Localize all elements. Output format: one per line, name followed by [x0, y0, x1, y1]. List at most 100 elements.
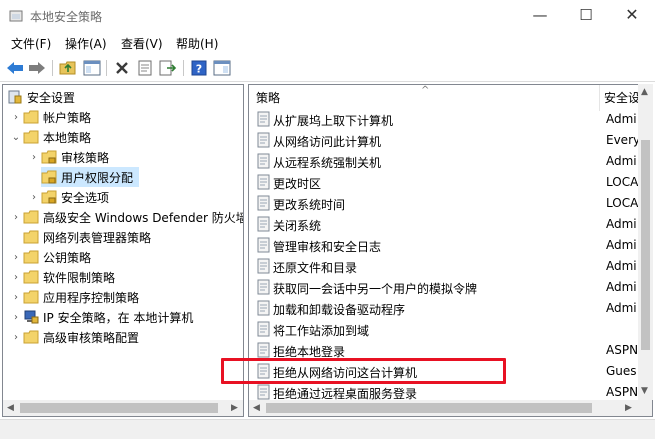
local-security-policy-icon: [9, 10, 23, 22]
tree-item-local-policies[interactable]: ⌄ 本地策略: [9, 127, 91, 147]
scroll-left-arrow-icon[interactable]: ◀: [253, 403, 260, 413]
policy-name: 将工作站添加到域: [273, 324, 370, 338]
policy-setting-icon: [257, 300, 270, 316]
expand-chevron-icon[interactable]: ›: [9, 247, 23, 267]
help-icon[interactable]: ?: [189, 58, 209, 78]
table-row[interactable]: 从网络访问此计算机 Every: [249, 130, 641, 151]
policy-setting-icon: [257, 321, 270, 337]
title-bar: 本地安全策略 — ☐ ✕: [0, 0, 655, 32]
policy-name: 拒绝从网络访问这台计算机: [273, 366, 418, 380]
locked-folder-icon: [41, 150, 57, 164]
policy-name: 加载和卸载设备驱动程序: [273, 303, 406, 317]
scroll-thumb[interactable]: [266, 403, 592, 413]
locked-folder-icon: [41, 170, 57, 184]
expand-chevron-icon[interactable]: ›: [9, 267, 23, 287]
table-row[interactable]: 更改时区 LOCA: [249, 172, 639, 193]
table-row[interactable]: 获取同一会话中另一个用户的模拟令牌 Admi: [249, 277, 639, 298]
menu-file[interactable]: 文件(F): [11, 35, 51, 52]
policy-security-setting: Gues: [606, 364, 637, 378]
minimize-button[interactable]: —: [517, 0, 563, 32]
expand-chevron-icon[interactable]: ›: [9, 207, 23, 227]
menu-help[interactable]: 帮助(H): [176, 35, 218, 52]
table-row[interactable]: 从扩展坞上取下计算机 Admi: [249, 109, 639, 130]
toolbar: ?: [0, 54, 655, 82]
policy-name: 从网络访问此计算机: [273, 135, 382, 149]
scroll-thumb[interactable]: [20, 403, 218, 413]
policy-name: 管理审核和安全日志: [273, 240, 382, 254]
menu-view[interactable]: 查看(V): [121, 35, 163, 52]
policy-setting-icon: [257, 153, 270, 169]
folder-icon: [23, 210, 39, 224]
policy-security-setting: Every: [606, 133, 641, 147]
menu-action[interactable]: 操作(A): [65, 35, 107, 52]
tree-item-software-restriction[interactable]: › 软件限制策略: [9, 267, 115, 287]
tree-pane[interactable]: 安全设置 › 帐户策略 ⌄ 本地策略 › 审核策略 用户权限分配 › 安全选项 …: [2, 84, 244, 417]
tree-item-account-policies[interactable]: › 帐户策略: [9, 107, 91, 127]
table-row[interactable]: 将工作站添加到域: [249, 319, 639, 340]
policy-name: 更改时区: [273, 177, 322, 191]
table-row[interactable]: 还原文件和目录 Admi: [249, 256, 639, 277]
delete-icon[interactable]: [112, 58, 132, 78]
policy-setting-icon: [257, 111, 270, 127]
status-bar: [0, 419, 655, 439]
tree-item-public-key-policies[interactable]: › 公钥策略: [9, 247, 91, 267]
up-folder-icon[interactable]: [58, 58, 78, 78]
scroll-left-arrow-icon[interactable]: ◀: [7, 403, 14, 413]
properties-icon[interactable]: [135, 58, 155, 78]
folder-icon: [23, 110, 39, 124]
expand-chevron-icon[interactable]: ›: [9, 287, 23, 307]
collapse-chevron-icon[interactable]: ⌄: [9, 127, 23, 147]
expand-chevron-icon[interactable]: ›: [9, 307, 23, 327]
show-hide-action-pane-icon[interactable]: [212, 58, 232, 78]
tree-root[interactable]: 安全设置: [7, 87, 75, 107]
policy-name: 还原文件和目录: [273, 261, 358, 275]
list-vertical-scrollbar[interactable]: ▲ ▼: [638, 84, 653, 400]
policy-list-pane[interactable]: 策略 ^ 安全设 从扩展坞上取下计算机 Admi 从网络访问此计算机 Every 从远程…: [248, 84, 653, 417]
table-row[interactable]: 拒绝本地登录 ASPN: [249, 340, 639, 361]
expand-chevron-icon[interactable]: ›: [27, 147, 41, 167]
table-row[interactable]: 从远程系统强制关机 Admi: [249, 151, 639, 172]
policy-name: 从远程系统强制关机: [273, 156, 382, 170]
policy-security-setting: Admi: [606, 238, 637, 252]
folder-icon: [23, 330, 39, 344]
maximize-button[interactable]: ☐: [563, 0, 609, 32]
tree-item-audit-policy[interactable]: › 审核策略: [27, 147, 109, 167]
tree-item-network-list-manager[interactable]: 网络列表管理器策略: [23, 227, 151, 247]
policy-name: 从扩展坞上取下计算机: [273, 114, 394, 128]
folder-icon: [23, 270, 39, 284]
table-row[interactable]: 加载和卸载设备驱动程序 Admi: [249, 298, 639, 319]
show-hide-tree-icon[interactable]: [82, 58, 102, 78]
policy-security-setting: Admi: [606, 301, 637, 315]
policy-setting-icon: [257, 132, 270, 148]
forward-arrow-icon[interactable]: [27, 58, 47, 78]
tree-item-app-control[interactable]: › 应用程序控制策略: [9, 287, 139, 307]
table-row[interactable]: 管理审核和安全日志 Admi: [249, 235, 639, 256]
scroll-thumb[interactable]: [641, 140, 650, 350]
export-list-icon[interactable]: [158, 58, 178, 78]
back-arrow-icon[interactable]: [5, 58, 25, 78]
tree-horizontal-scrollbar[interactable]: ◀ ▶: [2, 400, 244, 417]
scroll-down-arrow-icon[interactable]: ▼: [641, 386, 648, 396]
table-row[interactable]: 拒绝从网络访问这台计算机 Gues: [249, 361, 639, 382]
tree-item-security-options[interactable]: › 安全选项: [27, 187, 109, 207]
list-horizontal-scrollbar[interactable]: ◀ ▶: [248, 400, 653, 417]
sort-ascending-icon: ^: [421, 85, 430, 96]
scroll-up-arrow-icon[interactable]: ▲: [641, 87, 648, 97]
table-row[interactable]: 关闭系统 Admi: [249, 214, 639, 235]
policy-name: 更改系统时间: [273, 198, 346, 212]
scroll-right-arrow-icon[interactable]: ▶: [625, 403, 632, 413]
tree-item-user-rights-assignment[interactable]: 用户权限分配: [41, 167, 140, 187]
expand-chevron-icon[interactable]: ›: [9, 327, 23, 347]
expand-chevron-icon[interactable]: ›: [27, 187, 41, 207]
tree-item-defender-firewall[interactable]: › 高级安全 Windows Defender 防火墙: [9, 207, 243, 227]
ip-security-icon: [24, 310, 39, 324]
scroll-right-arrow-icon[interactable]: ▶: [231, 403, 238, 413]
tree-item-advanced-audit[interactable]: › 高级审核策略配置: [9, 327, 139, 347]
policy-security-setting: Admi: [606, 217, 637, 231]
tree-item-ip-security[interactable]: › IP 安全策略，在 本地计算机: [9, 307, 193, 327]
table-row[interactable]: 更改系统时间 LOCA: [249, 193, 639, 214]
expand-chevron-icon[interactable]: ›: [9, 107, 23, 127]
close-button[interactable]: ✕: [609, 0, 655, 32]
folder-icon: [23, 290, 39, 304]
policy-name: 获取同一会话中另一个用户的模拟令牌: [273, 282, 478, 296]
